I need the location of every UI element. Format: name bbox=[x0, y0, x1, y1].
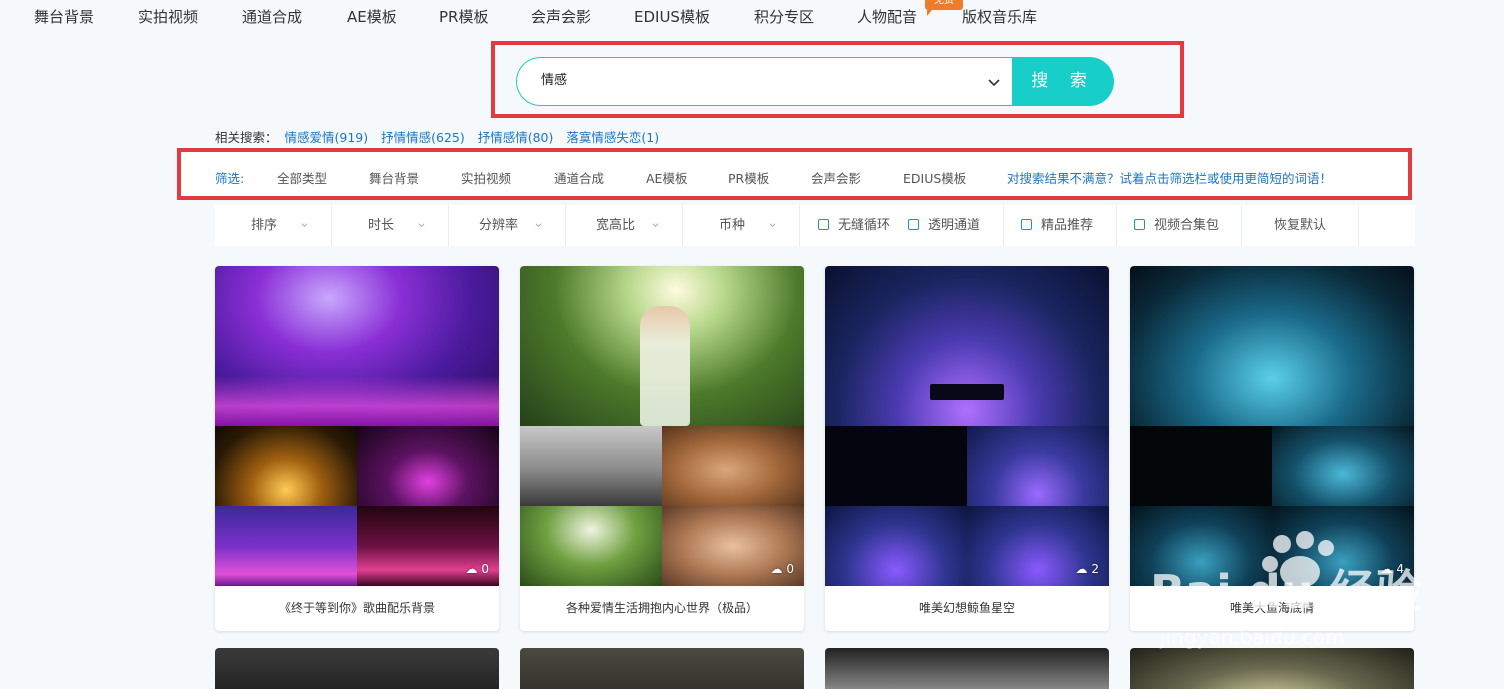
chevron-down-icon bbox=[535, 223, 542, 227]
video-thumbnail bbox=[1130, 266, 1414, 586]
resolution-dropdown-label: 分辨率 bbox=[479, 218, 519, 233]
download-count: ☁ 0 bbox=[770, 562, 794, 576]
nav-item-edius-templates[interactable]: EDIUS模板 bbox=[634, 6, 710, 27]
nav-item-voice-over[interactable]: 人物配音 bbox=[857, 6, 917, 27]
video-card[interactable] bbox=[1130, 648, 1414, 689]
related-link[interactable]: 情感爱情(919) bbox=[285, 130, 369, 145]
checkbox-icon bbox=[1021, 219, 1032, 230]
top-navigation: 舞台背景 实拍视频 通道合成 AE模板 PR模板 会声会影 EDIUS模板 积分… bbox=[0, 0, 1504, 36]
video-title[interactable]: 唯美幻想鲸鱼星空 bbox=[825, 586, 1109, 631]
video-card[interactable] bbox=[520, 648, 804, 689]
related-searches: 相关搜索： 情感爱情(919) 抒情情感(625) 抒情感情(80) 落寞情感失… bbox=[215, 127, 659, 146]
featured-checkbox[interactable]: 精品推荐 bbox=[1004, 205, 1117, 246]
nav-item-videostudio[interactable]: 会声会影 bbox=[531, 6, 591, 27]
search-input[interactable] bbox=[541, 71, 961, 86]
chevron-down-icon[interactable] bbox=[986, 74, 1002, 90]
nav-item-live-video[interactable]: 实拍视频 bbox=[138, 6, 198, 27]
sort-dropdown[interactable]: 排序 bbox=[215, 205, 332, 246]
duration-dropdown[interactable]: 时长 bbox=[332, 205, 449, 246]
checkbox-icon bbox=[1134, 219, 1145, 230]
video-card[interactable] bbox=[825, 648, 1109, 689]
currency-dropdown[interactable]: 币种 bbox=[683, 205, 800, 246]
filter-label: 筛选: bbox=[215, 171, 245, 186]
alpha-channel-checkbox[interactable]: 透明通道 bbox=[908, 205, 1004, 246]
sort-dropdown-label: 排序 bbox=[251, 218, 278, 233]
nav-item-channel-compositing[interactable]: 通道合成 bbox=[242, 6, 302, 27]
checkbox-icon bbox=[818, 219, 829, 230]
related-link[interactable]: 落寞情感失恋(1) bbox=[566, 130, 659, 145]
video-card[interactable] bbox=[215, 648, 499, 689]
sort-bar: 排序 时长 分辨率 宽高比 币种 无缝循环 透明通道 精品推荐 视频合集包 恢复… bbox=[215, 205, 1415, 246]
filter-all-types[interactable]: 全部类型 bbox=[277, 168, 327, 187]
filter-hint-link[interactable]: 对搜索结果不满意？试着点击筛选栏或使用更简短的词语！ bbox=[1007, 168, 1332, 187]
checkbox-icon bbox=[908, 219, 919, 230]
duration-dropdown-label: 时长 bbox=[368, 218, 395, 233]
free-badge: 免费 bbox=[925, 0, 963, 16]
related-label: 相关搜索： bbox=[215, 130, 278, 145]
filter-videostudio[interactable]: 会声会影 bbox=[811, 168, 861, 187]
currency-dropdown-label: 币种 bbox=[719, 218, 746, 233]
nav-item-pr-templates[interactable]: PR模板 bbox=[439, 6, 488, 27]
download-count: ☁ 0 bbox=[465, 562, 489, 576]
checkbox-label: 精品推荐 bbox=[1041, 218, 1094, 233]
filter-pr-templates[interactable]: PR模板 bbox=[728, 168, 769, 187]
chevron-down-icon bbox=[769, 223, 776, 227]
video-card[interactable]: ☁ 4 唯美大鱼海底情 bbox=[1130, 266, 1414, 631]
reset-default-button[interactable]: 恢复默认 bbox=[1242, 205, 1359, 246]
checkbox-label: 视频合集包 bbox=[1154, 218, 1220, 233]
chevron-down-icon bbox=[418, 223, 425, 227]
nav-item-points-zone[interactable]: 积分专区 bbox=[754, 6, 814, 27]
video-title[interactable]: 《终于等到你》歌曲配乐背景 bbox=[215, 586, 499, 631]
video-card[interactable]: ☁ 2 唯美幻想鲸鱼星空 bbox=[825, 266, 1109, 631]
related-link[interactable]: 抒情情感(625) bbox=[381, 130, 465, 145]
video-thumbnail bbox=[215, 266, 499, 586]
download-count: ☁ 4 bbox=[1380, 562, 1404, 576]
search-button[interactable]: 搜 索 bbox=[1012, 57, 1114, 106]
nav-item-music-library[interactable]: 版权音乐库 bbox=[962, 6, 1037, 27]
filter-channel-compositing[interactable]: 通道合成 bbox=[554, 168, 604, 187]
aspect-ratio-dropdown[interactable]: 宽高比 bbox=[566, 205, 683, 246]
video-card[interactable]: ☁ 0 各种爱情生活拥抱内心世界（极品） bbox=[520, 266, 804, 631]
search-box[interactable] bbox=[516, 57, 1014, 106]
video-card[interactable]: ☁ 0 《终于等到你》歌曲配乐背景 bbox=[215, 266, 499, 631]
collection-pack-checkbox[interactable]: 视频合集包 bbox=[1117, 205, 1242, 246]
related-link[interactable]: 抒情感情(80) bbox=[478, 130, 554, 145]
filter-stage-background[interactable]: 舞台背景 bbox=[369, 168, 419, 187]
video-title[interactable]: 各种爱情生活拥抱内心世界（极品） bbox=[520, 586, 804, 631]
download-count: ☁ 2 bbox=[1075, 562, 1099, 576]
filter-ae-templates[interactable]: AE模板 bbox=[646, 168, 687, 187]
chevron-down-icon bbox=[301, 223, 308, 227]
nav-item-ae-templates[interactable]: AE模板 bbox=[347, 6, 397, 27]
nav-item-stage-background[interactable]: 舞台背景 bbox=[34, 6, 94, 27]
video-title[interactable]: 唯美大鱼海底情 bbox=[1130, 586, 1414, 631]
video-thumbnail bbox=[520, 266, 804, 586]
checkbox-label: 无缝循环 bbox=[838, 218, 891, 233]
chevron-down-icon bbox=[652, 223, 659, 227]
seamless-loop-checkbox[interactable]: 无缝循环 bbox=[818, 205, 910, 246]
filter-live-video[interactable]: 实拍视频 bbox=[461, 168, 511, 187]
checkbox-label: 透明通道 bbox=[928, 218, 981, 233]
video-thumbnail bbox=[825, 266, 1109, 586]
resolution-dropdown[interactable]: 分辨率 bbox=[449, 205, 566, 246]
aspect-ratio-dropdown-label: 宽高比 bbox=[596, 218, 636, 233]
filter-edius-templates[interactable]: EDIUS模板 bbox=[903, 168, 966, 187]
